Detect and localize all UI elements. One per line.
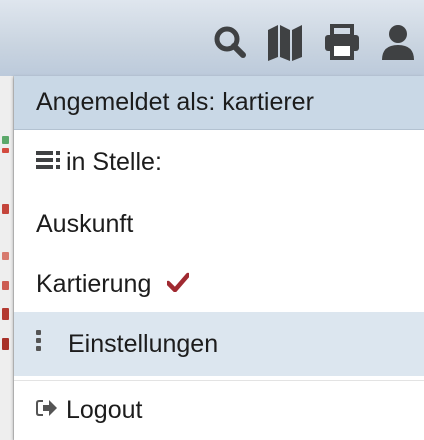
user-menu-dropdown: Angemeldet als: kartierer in Stelle: Aus… [14,76,424,440]
menu-item-einstellungen[interactable]: Einstellungen [14,312,424,376]
logout-icon [36,396,58,425]
list-icon [36,148,60,177]
map-icon[interactable] [266,22,304,62]
print-icon[interactable] [322,22,362,62]
top-toolbar [0,0,424,76]
menu-item-label: Logout [66,396,143,424]
menu-item-kartierung[interactable]: Kartierung [14,254,424,314]
menu-item-auskunft[interactable]: Auskunft [14,194,424,254]
stelle-section: in Stelle: [14,132,424,192]
menu-item-label: Auskunft [36,209,134,238]
stelle-label: in Stelle: [66,147,162,176]
menu-item-logout[interactable]: Logout [14,380,424,440]
user-icon[interactable] [378,22,424,62]
search-icon[interactable] [213,22,247,62]
menu-item-label: Kartierung [36,269,152,298]
logged-in-header: Angemeldet als: kartierer [14,76,424,130]
logged-in-label: Angemeldet als: kartierer [36,88,314,116]
background-map-edge [0,76,14,440]
menu-item-label: Einstellungen [68,329,219,358]
checkmark-icon [166,270,191,299]
vertical-dots-icon [36,329,42,359]
